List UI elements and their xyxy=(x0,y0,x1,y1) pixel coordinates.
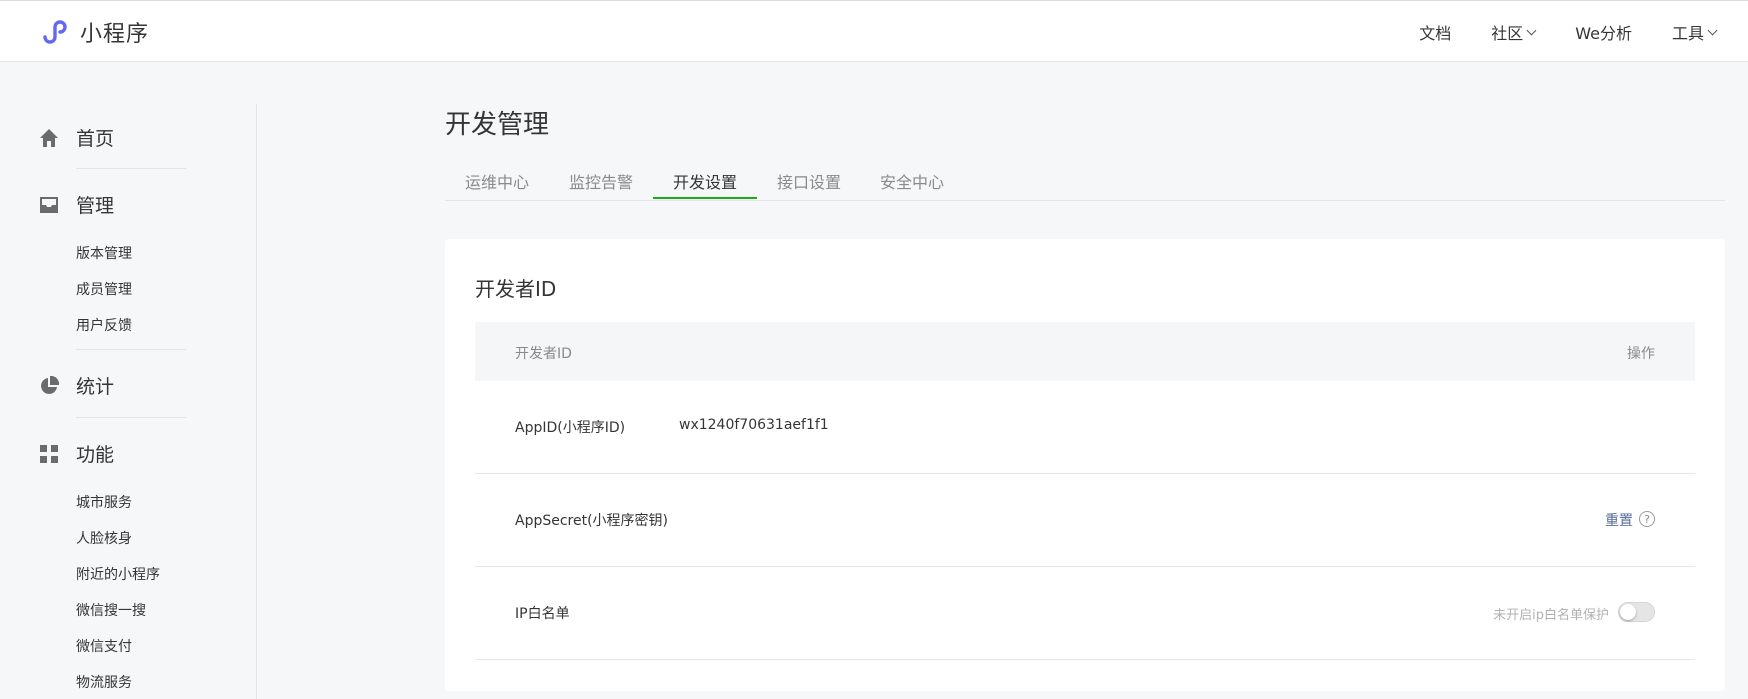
developer-id-card: 开发者ID 开发者ID 操作 AppID(小程序ID) wx1240f70631… xyxy=(445,239,1725,691)
sidebar-subitem-version[interactable]: 版本管理 xyxy=(76,243,132,263)
sidebar-item-manage[interactable]: 管理 xyxy=(38,191,114,218)
sidebar-subitem-nearby[interactable]: 附近的小程序 xyxy=(76,564,160,584)
ip-whitelist-status: 未开启ip白名单保护 xyxy=(1493,608,1609,623)
sidebar-subitem-wechat-pay[interactable]: 微信支付 xyxy=(76,636,132,656)
column-header-actions: 操作 xyxy=(1627,346,1655,362)
grid-icon xyxy=(38,443,60,465)
nav-community-label: 社区 xyxy=(1491,24,1524,43)
tab-operations[interactable]: 运维中心 xyxy=(465,169,529,193)
table-row: AppID(小程序ID) wx1240f70631aef1f1 xyxy=(475,381,1695,474)
sidebar-item-stats[interactable]: 统计 xyxy=(38,372,114,399)
sidebar-separator xyxy=(76,168,186,169)
table-row: AppSecret(小程序密钥) 重置 ? xyxy=(475,474,1695,567)
sidebar-subitem-logistics[interactable]: 物流服务 xyxy=(76,672,132,692)
ip-whitelist-label: IP白名单 xyxy=(515,606,570,622)
sidebar-item-home[interactable]: 首页 xyxy=(38,124,114,151)
table-header: 开发者ID 操作 xyxy=(475,322,1695,381)
appid-label: AppID(小程序ID) xyxy=(515,420,626,436)
sidebar-item-label: 管理 xyxy=(76,195,115,217)
page-title: 开发管理 xyxy=(445,110,550,140)
tab-bar: 运维中心 监控告警 开发设置 接口设置 安全中心 xyxy=(445,160,1725,201)
nav-docs[interactable]: 文档 xyxy=(1419,20,1451,44)
home-icon xyxy=(38,127,60,149)
nav-we-analysis[interactable]: We分析 xyxy=(1575,20,1632,44)
mini-program-logo-icon xyxy=(43,20,67,44)
logo[interactable]: 小程序 xyxy=(38,15,149,49)
appsecret-label: AppSecret(小程序密钥) xyxy=(515,513,669,529)
sidebar-subitem-face-verify[interactable]: 人脸核身 xyxy=(76,528,132,548)
help-icon[interactable]: ? xyxy=(1639,511,1655,527)
sidebar-subitem-wechat-search[interactable]: 微信搜一搜 xyxy=(76,600,146,620)
pie-chart-icon xyxy=(38,375,60,397)
top-nav: 文档 社区 We分析 工具 xyxy=(1419,1,1748,63)
sidebar-item-label: 首页 xyxy=(76,128,115,150)
tab-dev-settings[interactable]: 开发设置 xyxy=(673,169,737,193)
appid-value: wx1240f70631aef1f1 xyxy=(679,417,829,433)
sidebar-item-label: 统计 xyxy=(76,376,115,398)
nav-tools[interactable]: 工具 xyxy=(1671,20,1718,44)
tab-monitoring[interactable]: 监控告警 xyxy=(569,169,633,193)
top-bar: 小程序 文档 社区 We分析 工具 xyxy=(0,0,1748,62)
nav-docs-label: 文档 xyxy=(1419,24,1452,43)
sidebar-subitem-city-services[interactable]: 城市服务 xyxy=(76,492,132,512)
sidebar-separator xyxy=(76,349,186,350)
card-title: 开发者ID xyxy=(475,277,557,301)
sidebar-separator xyxy=(76,417,186,418)
table-row: IP白名单 未开启ip白名单保护 xyxy=(475,567,1695,660)
sidebar-subitem-members[interactable]: 成员管理 xyxy=(76,279,132,299)
chevron-down-icon xyxy=(1526,25,1537,35)
sidebar-item-label: 功能 xyxy=(76,444,115,466)
chevron-down-icon xyxy=(1707,25,1718,35)
inbox-icon xyxy=(38,194,60,216)
sidebar-item-features[interactable]: 功能 xyxy=(38,440,114,467)
ip-whitelist-toggle[interactable] xyxy=(1618,602,1655,622)
nav-community[interactable]: 社区 xyxy=(1491,20,1537,44)
column-header-developer-id: 开发者ID xyxy=(515,346,572,362)
tab-security[interactable]: 安全中心 xyxy=(880,169,944,193)
sidebar-divider xyxy=(256,104,257,699)
tab-api-settings[interactable]: 接口设置 xyxy=(777,169,841,193)
active-tab-indicator xyxy=(653,197,757,199)
nav-tools-label: 工具 xyxy=(1671,24,1704,43)
reset-link[interactable]: 重置 xyxy=(1605,510,1633,530)
toggle-knob xyxy=(1620,604,1636,620)
logo-text: 小程序 xyxy=(80,22,150,47)
nav-we-analysis-label: We分析 xyxy=(1575,24,1632,43)
sidebar-subitem-feedback[interactable]: 用户反馈 xyxy=(76,315,132,335)
